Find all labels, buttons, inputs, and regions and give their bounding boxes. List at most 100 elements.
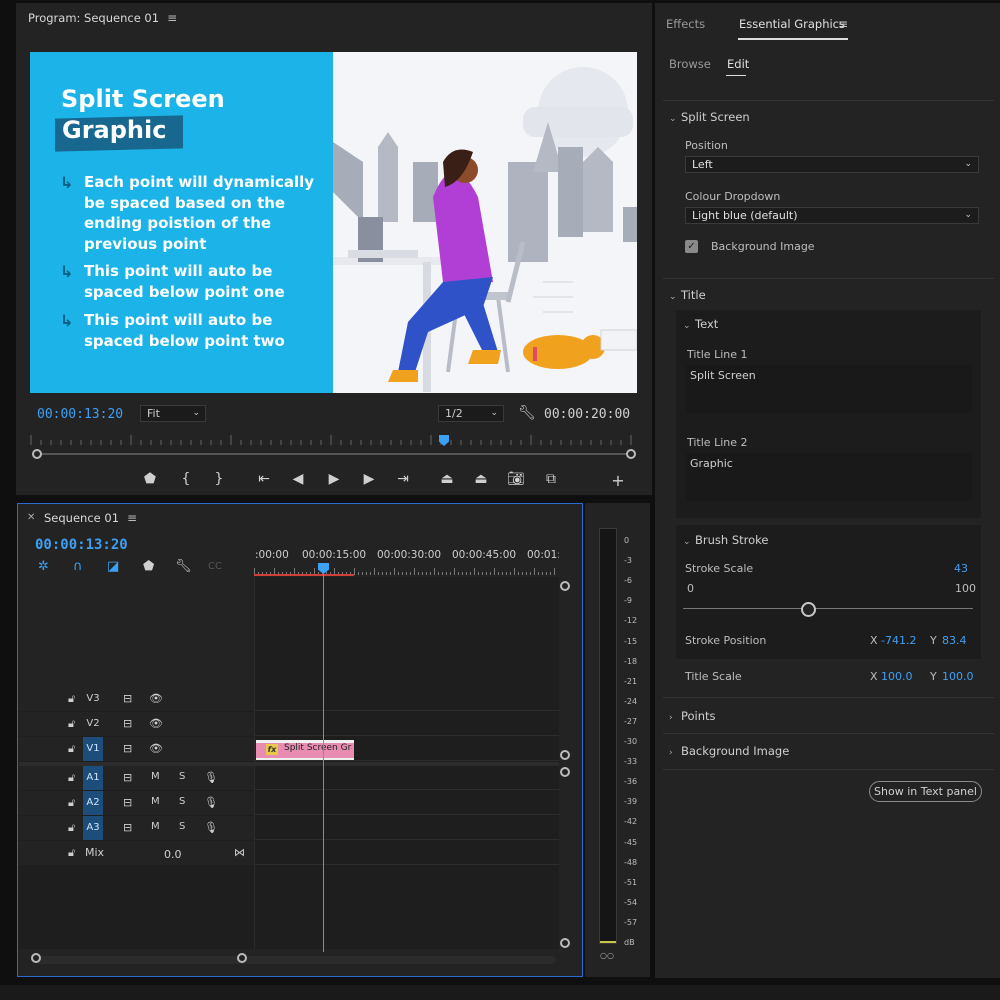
lift-icon[interactable]: ⏏︎ (437, 471, 457, 487)
eye-icon[interactable]: 👁︎ (149, 692, 163, 705)
lock-icon[interactable]: 🔓︎ (68, 717, 75, 731)
microphone-icon[interactable]: 🎙︎ (204, 796, 218, 809)
mix-bowtie-icon[interactable]: ⋈ (234, 846, 245, 859)
eye-icon[interactable]: 👁︎ (149, 742, 163, 755)
solo-button[interactable]: S (179, 821, 185, 832)
track-name[interactable]: A1 (83, 766, 103, 790)
snap-magnet-icon[interactable]: ∩ (73, 559, 83, 574)
play-icon[interactable]: ▶︎ (324, 471, 344, 487)
step-back-icon[interactable]: ◀︎ (288, 471, 308, 487)
sync-lock-icon[interactable]: ⊟ (123, 742, 132, 755)
solo-button[interactable]: S (179, 796, 185, 807)
nest-sequences-icon[interactable]: ✲ (38, 559, 49, 574)
zoom-level-dropdown[interactable]: Fit ⌄ (140, 405, 206, 422)
track-a2[interactable]: 🔓︎ A2 ⊟ M S 🎙︎ (19, 791, 559, 815)
lock-icon[interactable]: 🔓︎ (68, 821, 75, 835)
track-mix[interactable]: 🔓︎ Mix 0.0 ⋈ (19, 841, 559, 865)
tab-edit[interactable]: Edit (727, 57, 749, 71)
track-v2[interactable]: 🔓︎ V2 ⊟ 👁︎ (19, 712, 559, 736)
lock-icon[interactable]: 🔓︎ (68, 742, 75, 756)
title-scale-y-value[interactable]: 100.0 (942, 670, 974, 683)
stroke-position-x-value[interactable]: -741.2 (881, 634, 916, 647)
microphone-icon[interactable]: 🎙︎ (204, 821, 218, 834)
step-forward-icon[interactable]: ▶︎ (359, 471, 379, 487)
sync-lock-icon[interactable]: ⊟ (123, 692, 132, 705)
go-to-out-icon[interactable]: ⇥ (393, 471, 413, 487)
section-title[interactable]: ⌄ Title (669, 288, 706, 302)
stroke-scale-value[interactable]: 43 (954, 562, 968, 575)
title-scale-x-value[interactable]: 100.0 (881, 670, 913, 683)
track-name[interactable]: A3 (83, 816, 103, 840)
stroke-scale-slider-track[interactable] (683, 608, 973, 609)
export-frame-camera-icon[interactable]: 📷︎ (506, 471, 526, 487)
settings-wrench-icon[interactable]: 🔧︎ (518, 405, 536, 421)
section-background-image[interactable]: › Background Image (669, 744, 789, 758)
timeline-title[interactable]: Sequence 01 ≡ (44, 511, 137, 525)
colour-dropdown[interactable]: Light blue (default) ⌄ (685, 207, 979, 224)
add-marker-icon[interactable]: ⬟ (140, 471, 160, 487)
section-split-screen[interactable]: ⌄ Split Screen (669, 110, 750, 124)
scrub-out-handle[interactable] (626, 449, 636, 459)
mark-in-icon[interactable]: { (176, 471, 196, 487)
scrub-in-handle[interactable] (32, 449, 42, 459)
panel-menu-icon[interactable]: ≡ (127, 511, 137, 525)
close-icon[interactable]: ✕ (27, 512, 35, 523)
subsection-brush-stroke[interactable]: ⌄ Brush Stroke (683, 533, 769, 547)
timeline-settings-wrench-icon[interactable]: 🔧︎ (175, 559, 192, 574)
track-name[interactable]: V3 (83, 687, 103, 711)
mix-volume-value[interactable]: 0.0 (164, 848, 182, 861)
stroke-position-y-value[interactable]: 83.4 (942, 634, 967, 647)
stroke-scale-slider-handle[interactable] (800, 602, 816, 617)
video-scroll-top-handle[interactable] (560, 581, 570, 591)
track-name[interactable]: V1 (83, 737, 103, 761)
lock-icon[interactable]: 🔓︎ (68, 692, 75, 706)
hscroll-right-handle[interactable] (237, 953, 247, 963)
sync-lock-icon[interactable]: ⊟ (123, 796, 132, 809)
program-current-timecode[interactable]: 00:00:13:20 (37, 407, 123, 422)
program-time-ruler[interactable] (30, 435, 632, 445)
timeline-horizontal-scrollbar[interactable] (36, 956, 556, 964)
playback-resolution-dropdown[interactable]: 1/2 ⌄ (438, 405, 504, 422)
split-screen-graphic-clip[interactable]: fx Split Screen Gra (256, 740, 354, 760)
background-image-checkbox[interactable]: ✓ (685, 240, 698, 253)
add-button-icon[interactable]: + (608, 471, 628, 490)
hscroll-left-handle[interactable] (31, 953, 41, 963)
lock-icon[interactable]: 🔓︎ (68, 796, 75, 810)
mute-button[interactable]: M (151, 771, 160, 782)
track-name[interactable]: A2 (83, 791, 103, 815)
section-points[interactable]: › Points (669, 709, 716, 723)
solo-button[interactable]: S (179, 771, 185, 782)
track-a1[interactable]: 🔓︎ A1 ⊟ M S 🎙︎ (19, 766, 559, 790)
program-monitor-title[interactable]: Program: Sequence 01 ≡ (28, 11, 177, 25)
tab-effects[interactable]: Effects (666, 17, 705, 31)
position-dropdown[interactable]: Left ⌄ (685, 156, 979, 173)
sync-lock-icon[interactable]: ⊟ (123, 821, 132, 834)
sync-lock-icon[interactable]: ⊟ (123, 771, 132, 784)
add-marker-icon[interactable]: ⬟ (143, 559, 154, 574)
comparison-view-icon[interactable]: ⧉ (541, 471, 561, 487)
panel-menu-icon[interactable]: ≡ (838, 17, 848, 31)
track-name[interactable]: V2 (83, 712, 103, 736)
tab-browse[interactable]: Browse (669, 57, 711, 71)
mark-out-icon[interactable]: } (209, 471, 229, 487)
sync-lock-icon[interactable]: ⊟ (123, 717, 132, 730)
extract-icon[interactable]: ⏏︎ (471, 471, 491, 487)
track-a3[interactable]: 🔓︎ A3 ⊟ M S 🎙︎ (19, 816, 559, 840)
title-line1-field[interactable]: Split Screen (686, 365, 972, 413)
audio-scroll-bottom-handle[interactable] (560, 938, 570, 948)
mute-button[interactable]: M (151, 796, 160, 807)
video-scroll-bottom-handle[interactable] (560, 750, 570, 760)
title-line2-field[interactable]: Graphic (686, 453, 972, 501)
subsection-text[interactable]: ⌄ Text (683, 317, 718, 331)
go-to-in-icon[interactable]: ⇤ (254, 471, 274, 487)
solo-meter-buttons[interactable]: ○○ (600, 951, 614, 960)
track-v3[interactable]: 🔓︎ V3 ⊟ 👁︎ (19, 687, 559, 711)
mute-button[interactable]: M (151, 821, 160, 832)
tab-essential-graphics[interactable]: Essential Graphics (739, 17, 845, 31)
audio-scroll-top-handle[interactable] (560, 767, 570, 777)
linked-selection-icon[interactable]: ◪ (107, 559, 119, 574)
program-scrub-bar[interactable] (36, 453, 630, 455)
captions-icon[interactable]: CC (208, 561, 222, 572)
panel-menu-icon[interactable]: ≡ (167, 11, 177, 25)
timeline-timecode[interactable]: 00:00:13:20 (35, 537, 128, 553)
